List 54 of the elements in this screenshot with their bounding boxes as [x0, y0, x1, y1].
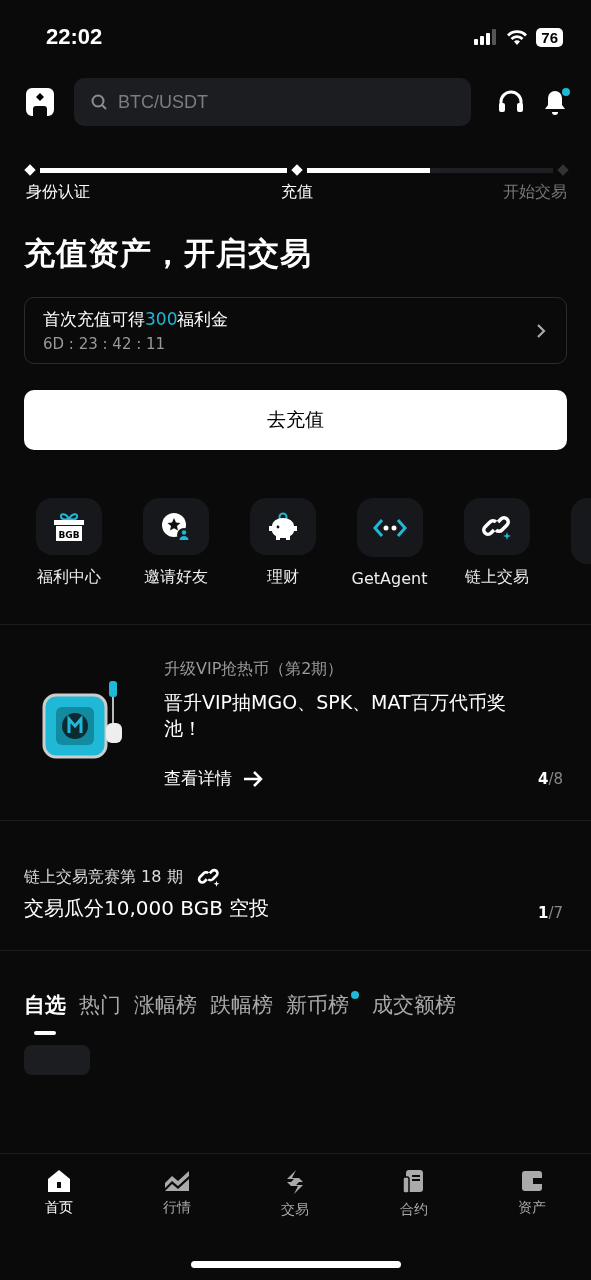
- wifi-icon: [506, 29, 529, 45]
- step-label: 身份认证: [26, 182, 90, 203]
- chevron-right-icon: [536, 322, 546, 339]
- countdown: 6D : 23 : 42 : 11: [43, 335, 167, 353]
- market-tab[interactable]: 成交额榜: [372, 991, 456, 1036]
- battery-level: 76: [536, 27, 563, 47]
- promo-text: 首次充值可得300福利金: [43, 308, 229, 331]
- nav-tab[interactable]: 资产: [491, 1168, 572, 1220]
- shortcut-button[interactable]: [463, 498, 530, 555]
- wallet-icon: [519, 1169, 544, 1193]
- market-tab[interactable]: 热门: [79, 991, 121, 1036]
- arrow-right-icon: [242, 769, 264, 788]
- nav-tab[interactable]: 首页: [19, 1168, 100, 1220]
- deposit-button[interactable]: 去充值: [24, 390, 567, 450]
- shortcut-button[interactable]: BGB: [35, 498, 102, 555]
- nav-tab[interactable]: 行情: [137, 1168, 218, 1220]
- nav-tab[interactable]: 合约: [373, 1168, 454, 1220]
- shortcut-label: 邀请好友: [143, 567, 208, 588]
- search-icon: [90, 93, 108, 111]
- shortcut-label: 链上交易: [464, 567, 529, 588]
- avatar-icon[interactable]: [24, 86, 56, 118]
- step-label: 开始交易: [503, 182, 567, 203]
- headset-icon[interactable]: [497, 89, 525, 115]
- market-tab[interactable]: 涨幅榜: [134, 991, 197, 1036]
- shortcut-label: 理财: [266, 567, 299, 588]
- shortcut-button[interactable]: [356, 498, 423, 557]
- page-indicator: 1/7: [537, 904, 563, 923]
- market-tab[interactable]: 自选: [24, 991, 66, 1036]
- promo-card[interactable]: 首次充值可得300福利金 6D : 23 : 42 : 11: [24, 297, 567, 364]
- document-icon: [401, 1169, 426, 1195]
- step-label: 充值: [280, 182, 313, 203]
- piggy-bank-icon: [266, 511, 299, 542]
- invite-friend-icon: [159, 510, 192, 543]
- shortcut-label: 福利中心: [36, 567, 101, 588]
- market-tab[interactable]: 新币榜: [286, 991, 359, 1036]
- shortcut-button[interactable]: [142, 498, 209, 555]
- code-brackets-icon: [372, 516, 407, 539]
- nav-tab[interactable]: 交易: [255, 1168, 336, 1220]
- page-indicator: 4/8: [537, 769, 563, 788]
- banner-title: 晋升VIP抽MGO、SPK、MAT百万代币奖池！: [164, 690, 507, 741]
- status-time: 22:02: [46, 24, 103, 50]
- contest-subtitle: 链上交易竞赛第 18 期: [24, 866, 183, 888]
- search-field[interactable]: BTC/USDT: [74, 78, 471, 126]
- headline: 充值资产，开启交易: [24, 234, 313, 273]
- contest-title: 交易瓜分10,000 BGB 空投: [24, 895, 270, 923]
- signal-icon: [474, 29, 499, 45]
- home-icon: [46, 1169, 73, 1193]
- chart-icon: [164, 1169, 191, 1193]
- market-tab[interactable]: 跌幅榜: [210, 991, 273, 1036]
- view-details-link[interactable]: 查看详情: [164, 767, 264, 791]
- notification-bell-icon[interactable]: [543, 88, 567, 116]
- banner-subtitle: 升级VIP抢热币（第2期）: [164, 659, 345, 680]
- shortcut-label: GetAgent: [351, 569, 428, 588]
- shortcut-button[interactable]: [249, 498, 316, 555]
